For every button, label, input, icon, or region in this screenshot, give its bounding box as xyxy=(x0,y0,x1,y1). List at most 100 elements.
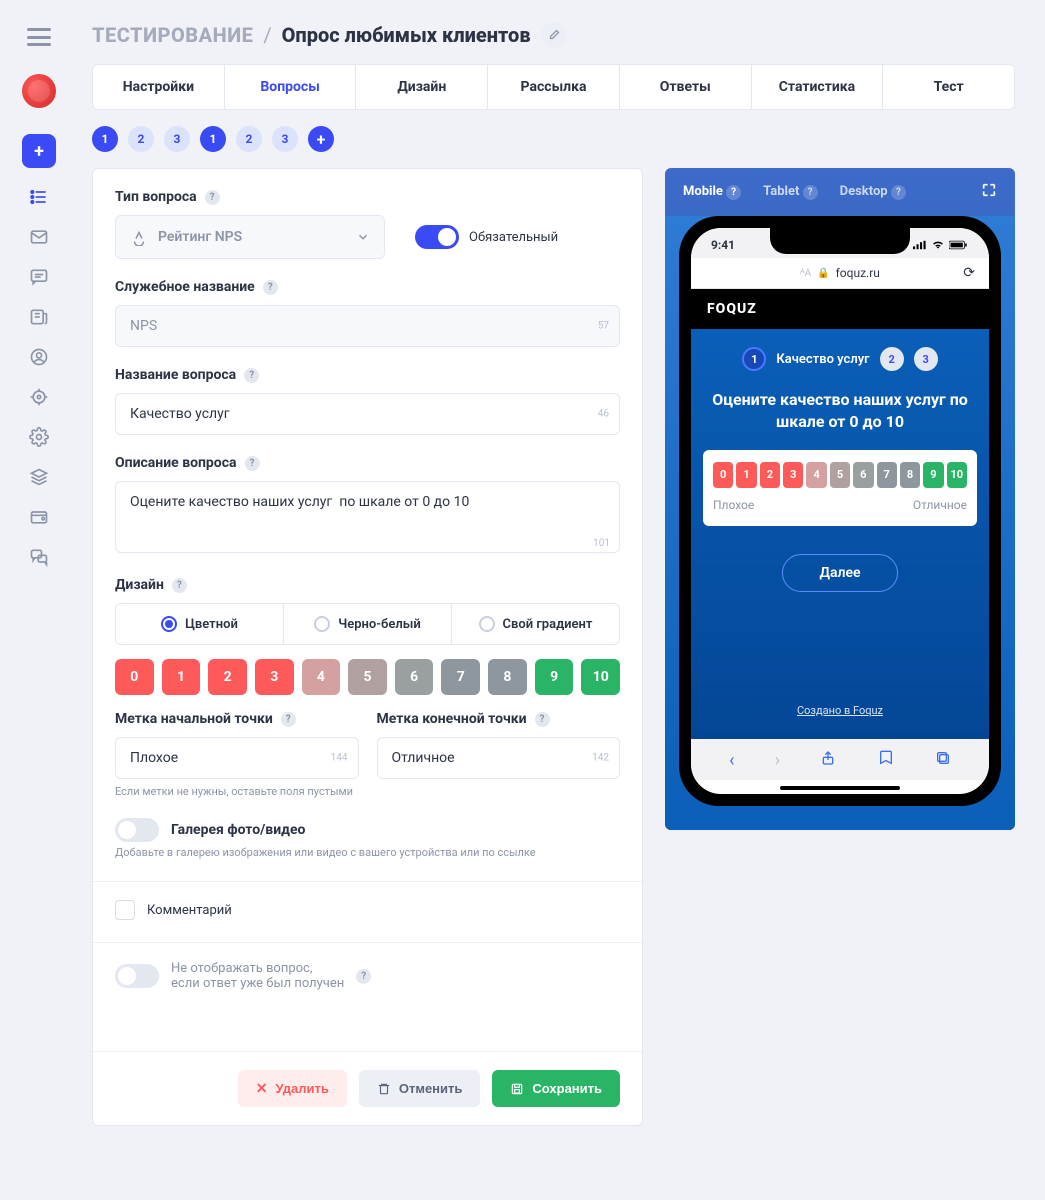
phone-scale-1[interactable]: 1 xyxy=(736,462,756,488)
help-icon[interactable]: ? xyxy=(535,712,550,727)
scale-preview: 012345678910 xyxy=(115,659,620,695)
tab-статистика[interactable]: Статистика xyxy=(752,65,884,109)
phone-step-1[interactable]: 1 xyxy=(742,347,766,371)
required-toggle[interactable] xyxy=(415,225,459,249)
design-label: Дизайн xyxy=(115,577,164,593)
phone-scale-10[interactable]: 10 xyxy=(947,462,967,488)
tabs-icon[interactable] xyxy=(935,750,951,771)
nav-target-icon[interactable] xyxy=(28,386,50,408)
start-label-title: Метка начальной точки xyxy=(115,711,273,727)
phone-scale-5[interactable]: 5 xyxy=(830,462,850,488)
tab-тест[interactable]: Тест xyxy=(883,65,1014,109)
hamburger-menu[interactable] xyxy=(27,28,51,46)
start-label-input[interactable]: Плохое 144 xyxy=(115,737,359,779)
help-icon[interactable]: ? xyxy=(263,280,278,295)
cancel-button[interactable]: Отменить xyxy=(359,1070,481,1107)
phone-url-bar: ᴬA 🔒 foquz.ru ⟳ xyxy=(691,258,989,289)
preview-tab-desktop[interactable]: Desktop ? xyxy=(840,184,906,200)
service-name-input[interactable]: NPS 57 xyxy=(115,305,620,347)
question-chip-2[interactable]: 2 xyxy=(128,126,154,152)
design-option-2[interactable]: Свой градиент xyxy=(452,604,619,644)
phone-step-3[interactable]: 3 xyxy=(914,347,938,371)
scale-cell-3: 3 xyxy=(255,659,294,695)
save-button[interactable]: Сохранить xyxy=(492,1070,620,1107)
phone-scale-2[interactable]: 2 xyxy=(760,462,780,488)
tab-настройки[interactable]: Настройки xyxy=(93,65,225,109)
nav-mail-icon[interactable] xyxy=(28,226,50,248)
help-icon[interactable]: ? xyxy=(172,578,187,593)
nav-discuss-icon[interactable] xyxy=(28,546,50,568)
phone-step-2[interactable]: 2 xyxy=(880,347,904,371)
nav-wallet-icon[interactable] xyxy=(28,506,50,528)
gallery-toggle[interactable] xyxy=(115,818,159,842)
phone-scale-8[interactable]: 8 xyxy=(900,462,920,488)
question-chip-2[interactable]: 2 xyxy=(236,126,262,152)
description-input[interactable] xyxy=(115,481,620,553)
phone-scale-9[interactable]: 9 xyxy=(923,462,943,488)
comment-label: Комментарий xyxy=(147,903,232,918)
help-icon[interactable]: ? xyxy=(205,190,220,205)
question-name-label: Название вопроса xyxy=(115,367,236,383)
preview-panel: Mobile ? Tablet ? Desktop ? 9:41 xyxy=(665,168,1015,830)
required-label: Обязательный xyxy=(469,230,558,245)
comment-checkbox[interactable] xyxy=(115,900,135,920)
question-chip-3[interactable]: 3 xyxy=(164,126,190,152)
tab-дизайн[interactable]: Дизайн xyxy=(356,65,488,109)
nav-user-icon[interactable] xyxy=(28,346,50,368)
nav-layers-icon[interactable] xyxy=(28,466,50,488)
home-indicator xyxy=(780,786,900,790)
expand-icon[interactable] xyxy=(981,182,997,202)
scale-cell-5: 5 xyxy=(348,659,387,695)
phone-question-title: Оцените качество наших услуг по шкале от… xyxy=(703,389,977,434)
preview-tab-tablet[interactable]: Tablet ? xyxy=(763,184,817,200)
question-chip-1[interactable]: 1 xyxy=(92,126,118,152)
phone-scale-4[interactable]: 4 xyxy=(806,462,826,488)
type-label: Тип вопроса xyxy=(115,189,197,205)
phone-steps: 1Качество услуг23 xyxy=(703,347,977,371)
gallery-hint: Добавьте в галерею изображения или видео… xyxy=(115,846,620,859)
help-icon[interactable]: ? xyxy=(245,456,260,471)
chevron-down-icon xyxy=(356,230,370,244)
question-chip-3[interactable]: 3 xyxy=(272,126,298,152)
tab-рассылка[interactable]: Рассылка xyxy=(488,65,620,109)
nav-chat-icon[interactable] xyxy=(28,266,50,288)
question-type-select[interactable]: Рейтинг NPS xyxy=(115,215,385,259)
add-question-chip[interactable]: + xyxy=(308,126,334,152)
phone-scale-3[interactable]: 3 xyxy=(783,462,803,488)
scale-cell-1: 1 xyxy=(162,659,201,695)
phone-toolbar: ‹ › xyxy=(691,739,989,780)
tab-ответы[interactable]: Ответы xyxy=(620,65,752,109)
share-icon[interactable] xyxy=(820,749,836,772)
end-label-title: Метка конечной точки xyxy=(377,711,527,727)
phone-next-button[interactable]: Далее xyxy=(782,554,897,592)
breadcrumb-title: Опрос любимых клиентов xyxy=(282,23,531,47)
edit-title-icon[interactable] xyxy=(541,22,567,48)
nav-list-icon[interactable] xyxy=(28,186,50,208)
question-nav: 123123 + xyxy=(92,126,1015,152)
tab-вопросы[interactable]: Вопросы xyxy=(225,65,357,109)
scale-cell-0: 0 xyxy=(115,659,154,695)
end-label-input[interactable]: Отличное 142 xyxy=(377,737,621,779)
help-icon[interactable]: ? xyxy=(244,368,259,383)
phone-brand-bar: FOQUZ xyxy=(691,289,989,329)
phone-scale-7[interactable]: 7 xyxy=(877,462,897,488)
hide-question-toggle[interactable] xyxy=(115,964,159,988)
question-chip-1[interactable]: 1 xyxy=(200,126,226,152)
design-option-0[interactable]: Цветной xyxy=(116,604,284,644)
help-icon[interactable]: ? xyxy=(356,969,371,984)
back-icon[interactable]: ‹ xyxy=(729,750,734,771)
scale-cell-2: 2 xyxy=(208,659,247,695)
breadcrumb: ТЕСТИРОВАНИЕ / Опрос любимых клиентов xyxy=(92,22,1015,48)
phone-scale-6[interactable]: 6 xyxy=(853,462,873,488)
question-name-input[interactable]: Качество услуг 46 xyxy=(115,393,620,435)
bookmarks-icon[interactable] xyxy=(877,750,895,771)
phone-credit: Создано в Foquz xyxy=(703,664,977,717)
preview-tab-mobile[interactable]: Mobile ? xyxy=(683,184,741,200)
delete-button[interactable]: ✕Удалить xyxy=(238,1070,347,1107)
nav-gear-icon[interactable] xyxy=(28,426,50,448)
add-button[interactable]: + xyxy=(22,134,56,168)
help-icon[interactable]: ? xyxy=(281,712,296,727)
nav-news-icon[interactable] xyxy=(28,306,50,328)
phone-scale-0[interactable]: 0 xyxy=(713,462,733,488)
design-option-1[interactable]: Черно-белый xyxy=(284,604,452,644)
